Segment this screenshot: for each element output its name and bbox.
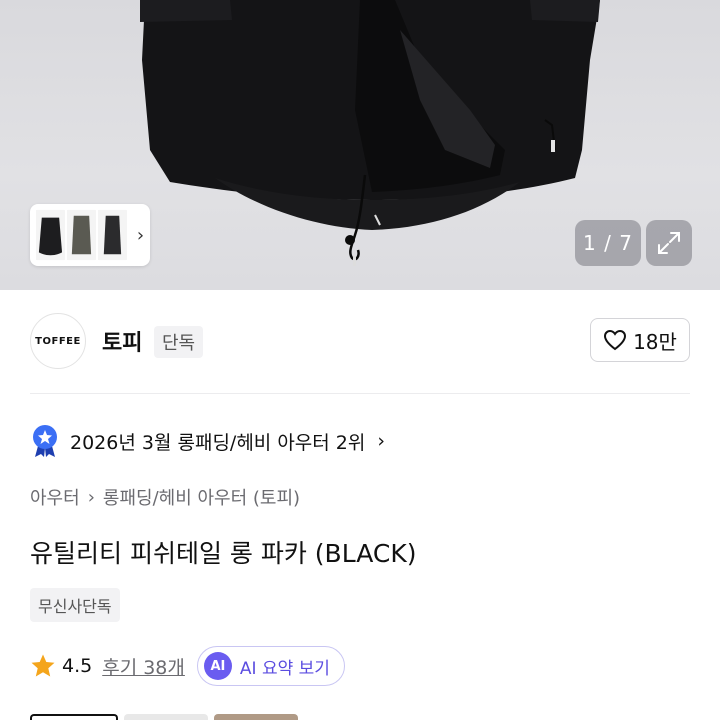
exclusive-badge: 단독 <box>154 326 204 358</box>
ai-summary-label: AI 요약 보기 <box>239 658 330 679</box>
image-counter: 1 / 7 <box>575 220 641 266</box>
divider <box>30 393 690 394</box>
star-icon <box>31 654 55 677</box>
brand-name[interactable]: 토피 <box>102 325 142 357</box>
rating-score: 4.5 <box>62 655 93 677</box>
chevron-right-icon: › <box>87 486 95 508</box>
thumbnail-khaki[interactable] <box>66 209 96 261</box>
thumbnail-strip[interactable]: › <box>30 204 150 266</box>
thumbnail-black[interactable] <box>36 209 65 261</box>
thumbnail-charcoal[interactable] <box>97 209 127 261</box>
breadcrumb-category[interactable]: 롱패딩/헤비 아우터 (토피) <box>103 484 300 510</box>
rating-row: 4.5 후기 38개 AI AI 요약 보기 <box>30 646 345 686</box>
breadcrumb: 아우터 › 롱패딩/헤비 아우터 (토피) <box>30 484 300 510</box>
chevron-right-icon: › <box>377 430 385 452</box>
option-swatch[interactable] <box>214 714 298 720</box>
ai-summary-button[interactable]: AI AI 요약 보기 <box>196 646 345 686</box>
breadcrumb-outer[interactable]: 아우터 <box>30 484 80 510</box>
option-swatch[interactable] <box>124 714 208 720</box>
ai-icon: AI <box>203 652 232 680</box>
like-button[interactable]: 18만 <box>590 318 690 362</box>
ranking-text: 2026년 3월 롱패딩/헤비 아우터 2위 <box>70 431 366 454</box>
brand-row: TOFFEE 토피 단독 18만 <box>30 313 690 369</box>
review-count-link[interactable]: 후기 38개 <box>102 653 185 680</box>
heart-icon <box>604 329 627 351</box>
option-swatch-selected[interactable] <box>30 714 118 720</box>
chevron-right-icon[interactable]: › <box>137 225 144 246</box>
product-title: 유틸리티 피쉬테일 롱 파카 (BLACK) <box>30 539 417 568</box>
brand-logo[interactable]: TOFFEE <box>30 313 86 369</box>
like-count: 18만 <box>633 329 677 354</box>
product-image-gallery[interactable]: › 1 / 7 <box>0 0 720 290</box>
rank-medal-icon <box>33 425 57 457</box>
musinsa-exclusive-tag: 무신사단독 <box>30 588 120 622</box>
expand-icon <box>658 232 680 254</box>
expand-button[interactable] <box>646 220 692 266</box>
ranking-link[interactable]: 2026년 3월 롱패딩/헤비 아우터 2위 › <box>30 424 385 458</box>
